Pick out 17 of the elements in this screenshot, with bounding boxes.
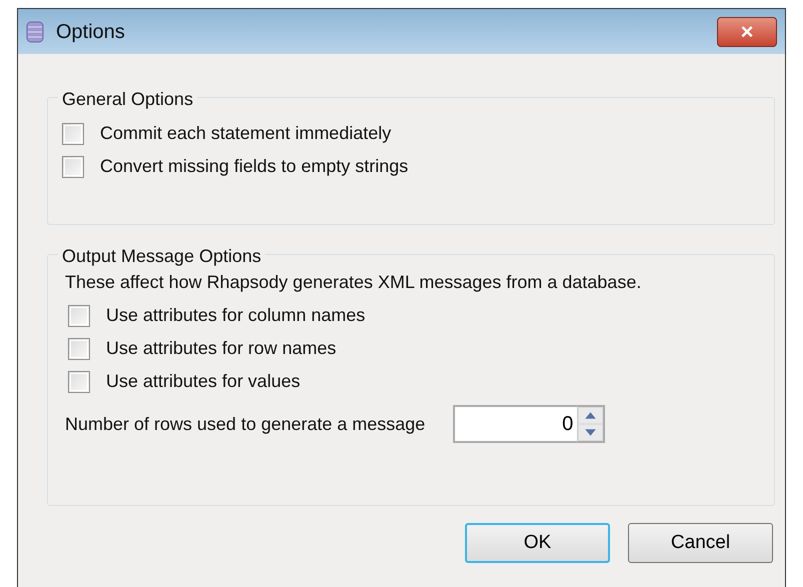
description-text: These affect how Rhapsody generates XML messages from a database. — [65, 271, 642, 294]
checkbox-label[interactable]: Commit each statement immediately — [100, 120, 392, 147]
checkbox-label[interactable]: Use attributes for column names — [106, 302, 366, 329]
checkbox[interactable] — [68, 370, 90, 392]
dialog-button[interactable]: OK — [465, 523, 610, 563]
checkbox[interactable] — [68, 304, 90, 326]
checkbox-label[interactable]: Use attributes for row names — [106, 335, 336, 362]
checkbox-label[interactable]: Use attributes for values — [106, 368, 300, 395]
database-icon — [26, 20, 44, 42]
rows-spin-field[interactable]: 0 — [453, 405, 578, 443]
dialog-button[interactable]: Cancel — [628, 523, 773, 563]
window-title: Options — [56, 20, 125, 44]
checkbox[interactable] — [68, 338, 90, 360]
checkbox[interactable] — [62, 156, 84, 178]
checkbox[interactable] — [62, 122, 84, 144]
checkbox-label[interactable]: Convert missing fields to empty strings — [100, 153, 408, 180]
field-label: Number of rows used to generate a message — [65, 412, 426, 436]
